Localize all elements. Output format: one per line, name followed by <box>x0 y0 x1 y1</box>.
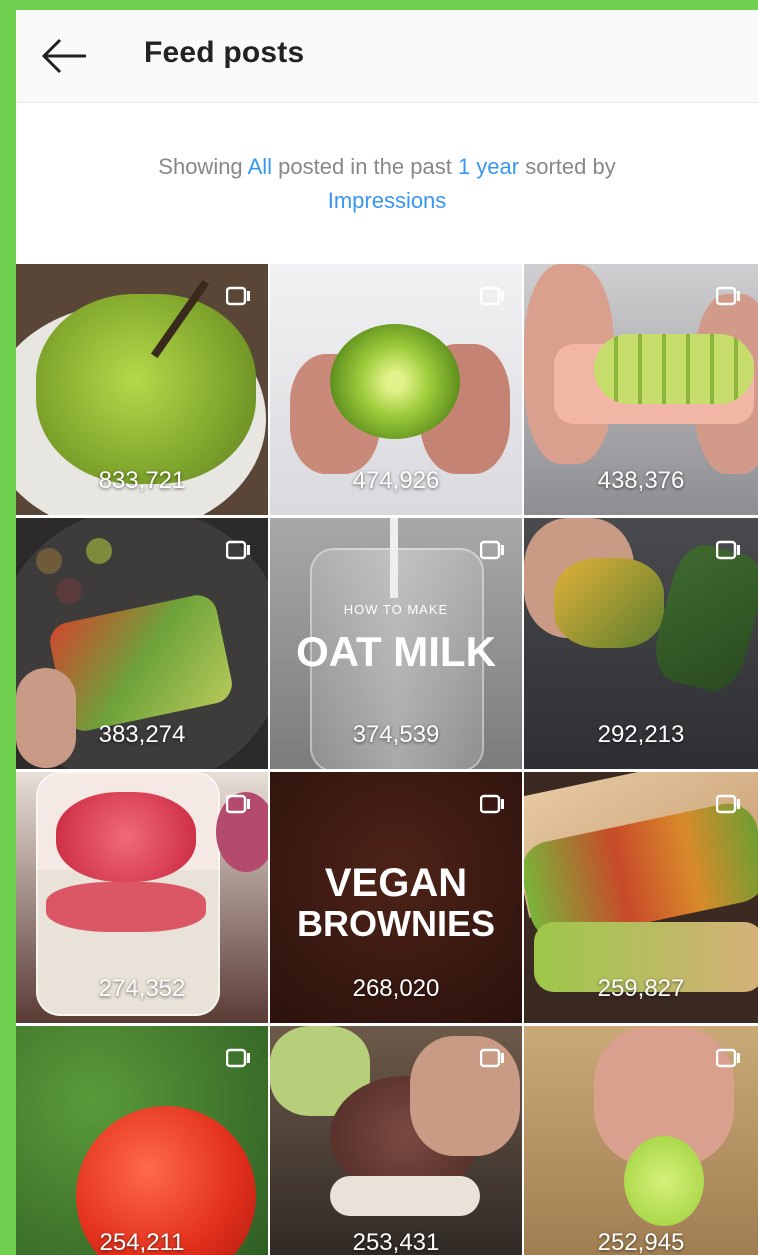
post-thumbnail[interactable]: 253,431 <box>270 1026 522 1255</box>
back-arrow-icon[interactable] <box>40 36 90 76</box>
overlay-caption-small: HOW TO MAKE <box>343 602 449 617</box>
post-thumbnail[interactable]: 833,721 <box>16 264 268 515</box>
post-thumbnail[interactable]: 274,352 <box>16 772 268 1023</box>
period-filter-link[interactable]: 1 year <box>458 154 519 179</box>
impressions-count: 474,926 <box>352 467 440 494</box>
video-icon <box>480 1048 504 1068</box>
posts-grid: 833,721 474,926 438,376 383,274 HOW TO M… <box>16 264 758 1255</box>
filter-text-suffix: sorted by <box>519 154 616 179</box>
video-icon <box>716 794 740 814</box>
post-thumbnail[interactable]: VEGAN BROWNIES 268,020 <box>270 772 522 1023</box>
impressions-count: 438,376 <box>597 467 685 494</box>
impressions-count: 253,431 <box>352 1229 440 1255</box>
scope-filter-link[interactable]: All <box>248 154 272 179</box>
video-icon <box>226 1048 250 1068</box>
sort-filter-link[interactable]: Impressions <box>328 188 447 213</box>
overlay-caption-line2: BROWNIES <box>297 903 495 944</box>
impressions-count: 259,827 <box>597 975 685 1002</box>
impressions-count: 254,211 <box>99 1229 185 1255</box>
overlay-caption: VEGAN <box>324 861 468 905</box>
post-thumbnail[interactable]: 252,945 <box>524 1026 758 1255</box>
post-thumbnail[interactable]: 383,274 <box>16 518 268 769</box>
video-icon <box>716 1048 740 1068</box>
post-thumbnail[interactable]: 254,211 <box>16 1026 268 1255</box>
impressions-count: 833,721 <box>98 467 186 494</box>
filter-summary: Showing All posted in the past 1 year so… <box>16 150 758 218</box>
video-icon <box>480 540 504 560</box>
screen: Feed posts Showing All posted in the pas… <box>16 10 758 1255</box>
impressions-count: 252,945 <box>597 1229 685 1255</box>
video-icon <box>226 540 250 560</box>
filter-text-prefix: Showing <box>158 154 248 179</box>
post-thumbnail[interactable]: 259,827 <box>524 772 758 1023</box>
video-icon <box>226 794 250 814</box>
post-thumbnail[interactable]: 292,213 <box>524 518 758 769</box>
video-icon <box>716 540 740 560</box>
impressions-count: 374,539 <box>352 721 440 748</box>
page-title: Feed posts <box>144 36 305 69</box>
video-icon <box>716 286 740 306</box>
video-icon <box>480 794 504 814</box>
filter-text-middle: posted in the past <box>272 154 458 179</box>
impressions-count: 383,274 <box>98 721 186 748</box>
post-thumbnail[interactable]: 474,926 <box>270 264 522 515</box>
post-thumbnail[interactable]: 438,376 <box>524 264 758 515</box>
video-icon <box>226 286 250 306</box>
video-icon <box>480 286 504 306</box>
post-thumbnail[interactable]: HOW TO MAKE OAT MILK 374,539 <box>270 518 522 769</box>
impressions-count: 292,213 <box>597 721 685 748</box>
impressions-count: 268,020 <box>352 975 440 1002</box>
impressions-count: 274,352 <box>98 975 186 1002</box>
overlay-caption: OAT MILK <box>296 628 496 675</box>
top-bar: Feed posts <box>16 10 758 103</box>
